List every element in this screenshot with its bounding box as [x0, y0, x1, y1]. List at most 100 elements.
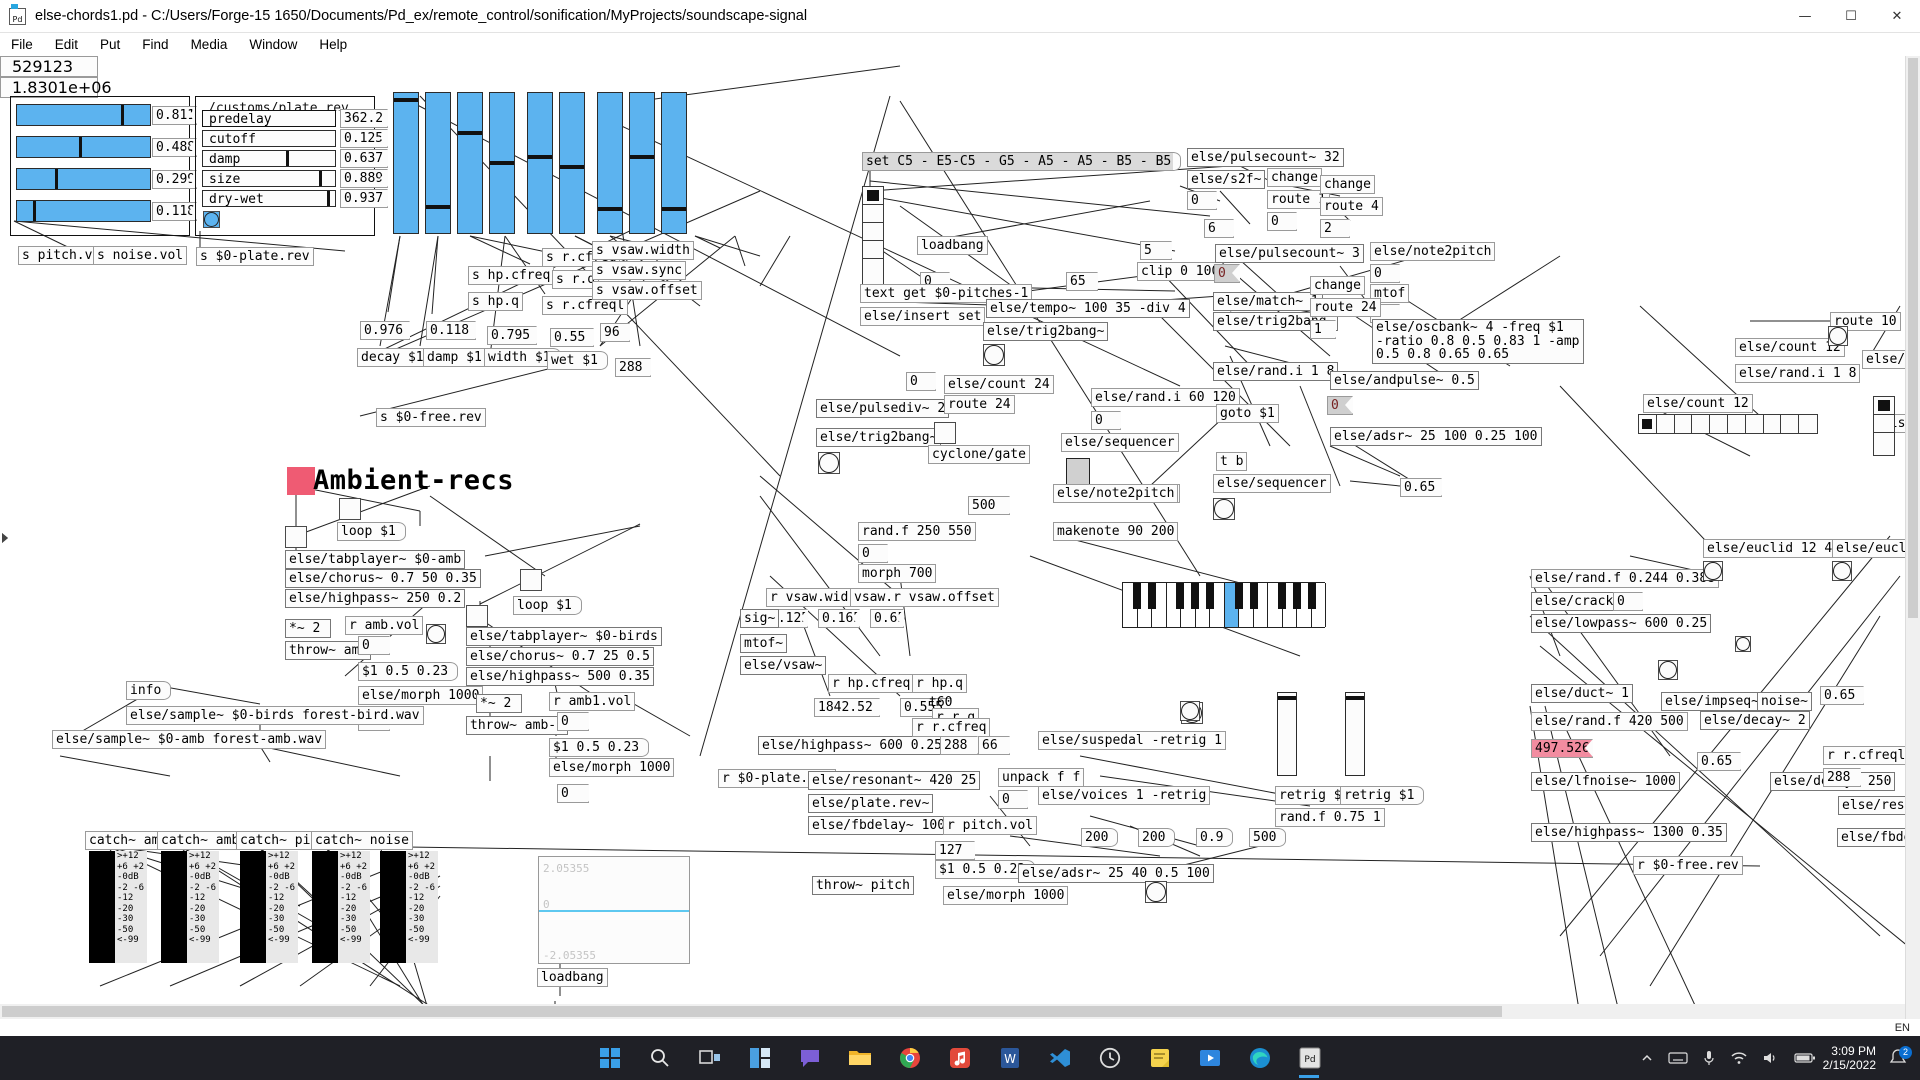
ambient-a-bang[interactable] — [426, 624, 446, 644]
vsl-1[interactable] — [393, 92, 419, 234]
export-loadbang[interactable]: loadbang — [537, 968, 608, 987]
send-vsaw-width[interactable]: s vsaw.width — [592, 241, 694, 260]
route24a-num[interactable]: 1 — [1310, 320, 1336, 339]
unpack-num[interactable]: 0 — [998, 790, 1028, 809]
ambient-b-out-num[interactable]: 0 — [557, 784, 589, 803]
else-sequencer-b[interactable]: else/sequencer — [1213, 474, 1331, 493]
search-icon[interactable] — [640, 1038, 680, 1078]
send-hp-q[interactable]: s hp.q — [468, 292, 523, 311]
pitch-slider-3-value[interactable]: 0.299 — [152, 170, 197, 189]
wet-msg[interactable]: wet $1 — [547, 351, 608, 370]
ambient-a-morph[interactable]: else/morph 1000 — [358, 686, 484, 705]
send-noise-vol[interactable]: s noise.vol — [93, 246, 188, 265]
andpulse-num[interactable]: 0 — [1327, 396, 1353, 415]
far-right-bang-e[interactable] — [1735, 636, 1751, 652]
pitch-slider-2-value[interactable]: 0.488 — [152, 138, 197, 157]
else-duct[interactable]: else/duct~ 1 — [1531, 684, 1633, 703]
else-morph-1000-r[interactable]: else/morph 1000 — [943, 886, 1069, 905]
else-highpass-600[interactable]: else/highpass~ 600 0.25 — [758, 736, 947, 755]
else-suspedal[interactable]: else/suspedal -retrig 1 — [1038, 731, 1227, 750]
far-right-bang-c[interactable] — [1832, 561, 1852, 581]
decay-msg[interactable]: decay $1 — [357, 348, 434, 367]
send-plate-rev[interactable]: s $0-plate.rev — [196, 247, 314, 266]
ambient-b-loop-msg[interactable]: loop $1 — [513, 596, 582, 615]
noise-slider-4-value[interactable]: 0.118 — [152, 202, 197, 221]
else-lowpass-600[interactable]: else/lowpass~ 600 0.25 — [1531, 614, 1712, 633]
ambient-a-recv-vol[interactable]: r amb.vol — [345, 616, 424, 635]
pitch-vol-msg[interactable]: $1 0.5 0.23 — [935, 860, 1036, 879]
taskbar-clock[interactable]: 3:09 PM 2/15/2022 — [1823, 1044, 1876, 1072]
close-button[interactable]: ✕ — [1874, 0, 1920, 33]
menu-put[interactable]: Put — [89, 35, 131, 54]
ambient-b-highpass[interactable]: else/highpass~ 500 0.35 — [466, 667, 655, 686]
r-r-cfreq[interactable]: r r.cfreq — [912, 718, 991, 737]
rand-f-420-num[interactable]: 497.526 — [1531, 739, 1593, 758]
seq-route1-num[interactable]: 0 — [1267, 212, 1297, 231]
else-rand-i-18-r[interactable]: else/rand.i 1 8 — [1735, 364, 1861, 383]
horizontal-scrollbar[interactable] — [0, 1004, 1905, 1019]
ambient-b-morph[interactable]: else/morph 1000 — [549, 758, 675, 777]
menu-window[interactable]: Window — [238, 35, 308, 54]
ambient-a-tabplayer[interactable]: else/tabplayer~ $0-amb — [285, 550, 466, 569]
send-vsaw-sync[interactable]: s vsaw.sync — [592, 261, 687, 280]
pitch-slider-2[interactable] — [16, 136, 151, 158]
far-right-bang-b[interactable] — [1703, 561, 1723, 581]
free-rev-num1[interactable]: 96 — [600, 323, 630, 342]
r-hp-q[interactable]: r hp.q — [912, 674, 967, 693]
rand-f-num[interactable]: 0 — [858, 544, 888, 563]
edge-icon[interactable] — [1240, 1038, 1280, 1078]
sig-obj[interactable]: sig~ — [740, 609, 780, 628]
word-icon[interactable]: W — [990, 1038, 1030, 1078]
else-pulsecount-32[interactable]: else/pulsecount~ 32 — [1187, 148, 1344, 167]
else-impseq[interactable]: else/impseq~ — [1661, 692, 1763, 711]
else-s2f[interactable]: else/s2f~ — [1187, 170, 1266, 189]
microphone-icon[interactable] — [1702, 1050, 1716, 1066]
ambient-b-gain[interactable]: *~ 2 — [476, 694, 522, 713]
note2pitch-a-num[interactable]: 0 — [1370, 264, 1400, 283]
vsl-8[interactable] — [629, 92, 655, 234]
else-adsr-r[interactable]: else/adsr~ 25 40 0.5 100 — [1018, 864, 1214, 883]
widgets-icon[interactable] — [740, 1038, 780, 1078]
ambient-b-tabplayer[interactable]: else/tabplayer~ $0-birds — [466, 627, 662, 646]
wet-value[interactable]: 0.55 — [550, 328, 594, 347]
else-note2pitch-c[interactable]: else/note2pitch — [1053, 484, 1179, 503]
ambient-a-gain[interactable]: *~ 2 — [285, 619, 331, 638]
catch-noise[interactable]: catch~ noise — [311, 831, 413, 850]
keyboard-icon[interactable] — [1668, 1051, 1688, 1065]
else-andpulse[interactable]: else/andpulse~ 0.5 — [1330, 371, 1479, 390]
s2f-num[interactable]: 0 — [1187, 191, 1217, 210]
else-decay-2[interactable]: else/decay~ 2 — [1700, 711, 1810, 730]
ambient-a-vol-num[interactable]: 0 — [358, 636, 390, 655]
seq-loadbang[interactable]: loadbang — [917, 236, 988, 255]
start-icon[interactable] — [590, 1038, 630, 1078]
oscbank-num[interactable]: 0.65 — [1400, 478, 1442, 497]
else-note2pitch-a[interactable]: else/note2pitch — [1370, 242, 1496, 261]
hp-cfreq-val[interactable]: 1842.52 — [814, 698, 880, 717]
width-msg[interactable]: width $1 — [484, 348, 561, 367]
maximize-button[interactable]: ☐ — [1828, 0, 1874, 33]
vsl-3[interactable] — [457, 92, 483, 234]
plate-size-value[interactable]: 0.889 — [340, 169, 388, 188]
right-msg-500[interactable]: 500 — [1249, 828, 1288, 847]
vsaw-num-2[interactable]: 0.165 — [818, 609, 861, 628]
seq-num-65[interactable]: 65 — [1066, 272, 1098, 291]
ambient-a-vol-msg[interactable]: $1 0.5 0.23 — [358, 662, 459, 681]
file-explorer-icon[interactable] — [840, 1038, 880, 1078]
right-msg-09[interactable]: 0.9 — [1196, 828, 1235, 847]
else-voices[interactable]: else/voices 1 -retrig — [1038, 786, 1211, 805]
task-view-icon[interactable] — [690, 1038, 730, 1078]
vsl-2[interactable] — [425, 92, 451, 234]
pitch-slider-1-value[interactable]: 0.811 — [152, 106, 197, 125]
count12-hradio[interactable] — [1638, 414, 1818, 434]
else-trig2bang-c[interactable]: else/trig2bang~ — [983, 322, 1109, 341]
menu-file[interactable]: File — [0, 35, 44, 54]
right-msg-200b[interactable]: 200 — [1138, 828, 1177, 847]
send-free-rev[interactable]: s $0-free.rev — [376, 408, 486, 427]
trig2bang-b-bang[interactable] — [818, 452, 840, 474]
menu-find[interactable]: Find — [131, 35, 179, 54]
ambient-b-loop-toggle[interactable] — [520, 569, 542, 591]
r-free-rev[interactable]: r $0-free.rev — [1633, 856, 1743, 875]
vsaw-num-3[interactable]: 0.65 — [870, 609, 905, 628]
vsl-6[interactable] — [559, 92, 585, 234]
decay-065a[interactable]: 0.65 — [1820, 686, 1864, 705]
